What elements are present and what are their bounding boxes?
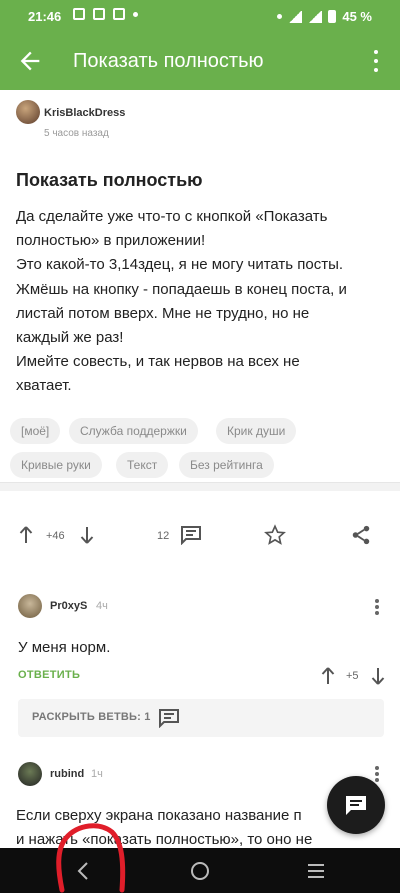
comment-icon[interactable]: [180, 525, 202, 545]
tag-chip[interactable]: Служба поддержки: [69, 418, 198, 444]
new-message-button[interactable]: [327, 776, 385, 834]
more-vert-icon[interactable]: [374, 766, 380, 782]
notification-icons: [73, 8, 138, 20]
notification-icon: [73, 8, 85, 20]
nav-recents-icon[interactable]: [305, 860, 327, 882]
system-nav-bar: [0, 848, 400, 893]
comments-count[interactable]: 12: [157, 530, 169, 542]
arrow-down-icon[interactable]: [371, 667, 385, 685]
status-bar: 21:46 45 %: [0, 0, 400, 32]
nav-home-icon[interactable]: [189, 860, 211, 882]
nav-back-icon[interactable]: [73, 860, 95, 882]
post-author[interactable]: KrisBlackDress: [44, 107, 125, 119]
battery-level: 45 %: [342, 9, 372, 24]
post-time: 5 часов назад: [44, 128, 109, 139]
tag-chip[interactable]: Без рейтинга: [179, 452, 274, 478]
post-body-line: Имейте совесть, и так нервов на всех не: [16, 353, 300, 371]
post-body-line: полностью» в приложении!: [16, 232, 206, 250]
tag-chip[interactable]: Крик души: [216, 418, 297, 444]
comment-author[interactable]: Pr0xyS: [50, 600, 87, 612]
share-icon[interactable]: [350, 524, 372, 546]
star-icon[interactable]: [264, 524, 286, 546]
post-body-line: хватает.: [16, 377, 72, 395]
arrow-down-icon[interactable]: [80, 526, 94, 544]
comment-time: 1ч: [91, 768, 103, 780]
download-icon: [93, 8, 105, 20]
comment-text: Если сверху экрана показано название п и…: [16, 804, 316, 852]
back-arrow-icon[interactable]: [16, 47, 44, 75]
more-vert-icon[interactable]: [374, 599, 380, 615]
tag-chip[interactable]: Текст: [116, 452, 169, 478]
reply-button[interactable]: ОТВЕТИТЬ: [18, 669, 80, 681]
expand-thread-label: РАСКРЫТЬ ВЕТВЬ: 1: [32, 711, 151, 723]
avatar[interactable]: [18, 594, 42, 618]
divider: [0, 482, 400, 491]
tag-chip[interactable]: [моё]: [10, 418, 61, 444]
post-actions: +46 12: [0, 522, 400, 552]
post-body-line: листай потом вверх. Мне не трудно, но не: [16, 304, 310, 322]
expand-thread-button[interactable]: РАСКРЫТЬ ВЕТВЬ: 1: [18, 699, 384, 737]
page-title: Показать полностью: [73, 50, 264, 72]
tag-chip[interactable]: Кривые руки: [10, 452, 102, 478]
post-body: Да сделайте уже что-то с кнопкой «Показа…: [16, 205, 386, 399]
app-bar: Показать полностью: [0, 32, 400, 90]
post-title[interactable]: Показать полностью: [16, 170, 203, 191]
arrow-up-icon[interactable]: [321, 667, 335, 685]
comment-icon: [159, 709, 179, 728]
post-body-line: каждый же раз!: [16, 329, 124, 347]
cast-icon: [277, 14, 283, 19]
status-time: 21:46: [28, 9, 62, 24]
dot-icon: [133, 11, 138, 17]
youtube-icon: [113, 8, 125, 20]
comment-text: У меня норм.: [18, 639, 111, 656]
more-vert-icon[interactable]: [366, 50, 386, 72]
post-rating: +46: [46, 530, 65, 542]
post-body-line: Жмёшь на кнопку - попадаешь в конец пост…: [16, 280, 347, 298]
comment-time: 4ч: [96, 600, 108, 612]
signal-icon: [308, 10, 323, 23]
arrow-up-icon[interactable]: [19, 526, 33, 544]
comment-rating: +5: [346, 670, 359, 682]
wifi-icon: [288, 10, 303, 23]
avatar[interactable]: [16, 100, 40, 124]
post-body-line: Это какой-то 3,14здец, я не могу читать …: [16, 256, 344, 274]
battery-icon: [328, 10, 337, 23]
system-icons: 45 %: [277, 9, 372, 24]
comment-text-line: Если сверху экрана показано название п: [16, 807, 302, 824]
comment-author[interactable]: rubind: [50, 768, 84, 780]
post-body-line: Да сделайте уже что-то с кнопкой «Показа…: [16, 208, 328, 225]
avatar[interactable]: [18, 762, 42, 786]
message-icon: [346, 796, 366, 815]
